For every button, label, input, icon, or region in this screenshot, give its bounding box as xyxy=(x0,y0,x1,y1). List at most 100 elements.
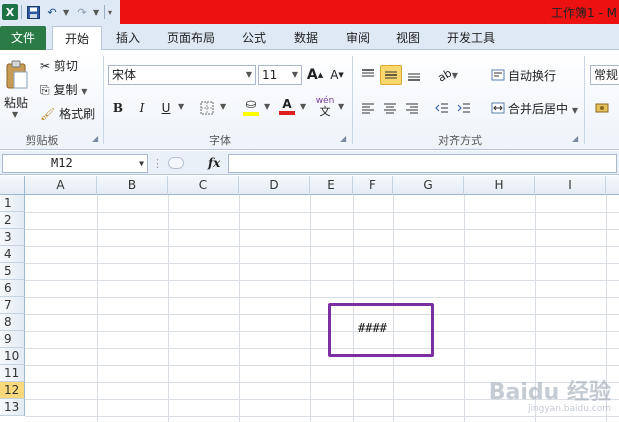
undo-dropdown-icon[interactable]: ▼ xyxy=(63,8,71,17)
copy-button[interactable]: ⎘ 复制 ▼ xyxy=(40,81,87,98)
tab-file[interactable]: 文件 xyxy=(0,26,46,50)
shrink-font-button[interactable]: A ▼ xyxy=(328,65,346,85)
column-header[interactable]: E xyxy=(310,176,353,195)
row-header[interactable]: 13 xyxy=(0,399,25,416)
column-header[interactable]: A xyxy=(25,176,97,195)
tab-insert[interactable]: 插入 xyxy=(108,26,148,50)
align-top-icon[interactable] xyxy=(358,65,378,85)
font-launcher-icon[interactable]: ◢ xyxy=(340,134,346,143)
grow-font-button[interactable]: A ▲ xyxy=(306,65,324,85)
bold-button[interactable]: B xyxy=(108,98,128,118)
currency-format-icon[interactable] xyxy=(592,98,614,118)
grow-font-label: A xyxy=(306,67,318,83)
chevron-down-icon: ▼ xyxy=(245,70,252,79)
name-box[interactable]: M12 ▼ xyxy=(2,154,148,173)
paste-icon[interactable] xyxy=(2,56,32,94)
number-format-dropdown[interactable]: 常规 xyxy=(590,65,619,85)
wrap-text-icon[interactable] xyxy=(488,65,508,85)
row-header[interactable]: 1 xyxy=(0,195,25,212)
save-icon[interactable] xyxy=(25,4,41,20)
row-header[interactable]: 3 xyxy=(0,229,25,246)
fill-color-dropdown-icon[interactable]: ▼ xyxy=(264,102,270,111)
resize-handle-icon[interactable]: ⋮ xyxy=(152,154,163,173)
phonetic-dropdown-icon[interactable]: ▼ xyxy=(338,102,344,111)
clipboard-launcher-icon[interactable]: ◢ xyxy=(92,134,98,143)
insert-function-button[interactable]: fx xyxy=(208,154,220,173)
decrease-indent-icon[interactable] xyxy=(432,98,452,118)
row-header[interactable]: 5 xyxy=(0,263,25,280)
redo-dropdown-icon[interactable]: ▼ xyxy=(93,8,101,17)
tab-page-layout[interactable]: 页面布局 xyxy=(160,26,222,50)
tab-review[interactable]: 审阅 xyxy=(338,26,378,50)
align-bottom-icon[interactable] xyxy=(404,65,424,85)
tab-developer[interactable]: 开发工具 xyxy=(440,26,502,50)
align-center-icon[interactable] xyxy=(380,98,400,118)
font-color-dropdown-icon[interactable]: ▼ xyxy=(300,102,306,111)
row-header[interactable]: 4 xyxy=(0,246,25,263)
borders-icon[interactable] xyxy=(196,98,218,118)
format-painter-button[interactable]: 🖌 格式刷 xyxy=(40,105,95,122)
row-header[interactable]: 10 xyxy=(0,348,25,365)
orientation-icon[interactable]: ab ▼ xyxy=(436,65,460,85)
underline-button[interactable]: U xyxy=(156,98,176,118)
paste-button[interactable]: 粘贴 xyxy=(4,94,28,111)
font-size-dropdown[interactable]: 11 ▼ xyxy=(258,65,302,85)
cut-button[interactable]: ✂ 剪切 xyxy=(40,57,78,74)
quick-access-toolbar: X ↶ ▼ ↷ ▼ ▾ xyxy=(2,3,116,21)
row-header[interactable]: 9 xyxy=(0,331,25,348)
fill-color-icon[interactable]: ⛀ xyxy=(240,96,262,116)
paste-dropdown-icon[interactable]: ▼ xyxy=(12,110,18,119)
row-header[interactable]: 2 xyxy=(0,212,25,229)
row-header[interactable]: 8 xyxy=(0,314,25,331)
gridline xyxy=(25,314,619,315)
chevron-down-icon: ▼ xyxy=(291,70,298,79)
redo-icon[interactable]: ↷ xyxy=(74,4,90,20)
merge-dropdown-icon[interactable]: ▼ xyxy=(572,106,578,115)
underline-dropdown-icon[interactable]: ▼ xyxy=(178,102,184,111)
column-header[interactable]: C xyxy=(168,176,239,195)
row-header[interactable]: 7 xyxy=(0,297,25,314)
expand-toggle-icon[interactable] xyxy=(168,157,184,169)
row-header-active[interactable]: 12 xyxy=(0,382,25,399)
column-header[interactable]: H xyxy=(464,176,535,195)
column-header[interactable]: B xyxy=(97,176,168,195)
merge-center-icon[interactable] xyxy=(488,98,508,118)
excel-logo-icon[interactable]: X xyxy=(2,4,18,20)
wrap-text-button[interactable]: 自动换行 xyxy=(508,67,556,84)
alignment-launcher-icon[interactable]: ◢ xyxy=(572,134,578,143)
row-header[interactable]: 6 xyxy=(0,280,25,297)
phonetic-button[interactable]: wén 文 xyxy=(314,96,336,117)
align-right-icon[interactable] xyxy=(402,98,422,118)
borders-dropdown-icon[interactable]: ▼ xyxy=(220,102,226,111)
gridline xyxy=(25,348,619,349)
title-bar: X ↶ ▼ ↷ ▼ ▾ 工作簿1 - M xyxy=(0,0,619,24)
font-name-dropdown[interactable]: 宋体 ▼ xyxy=(108,65,256,85)
undo-icon[interactable]: ↶ xyxy=(44,4,60,20)
customize-qat-icon[interactable]: ▾ xyxy=(108,8,116,17)
column-header[interactable]: G xyxy=(393,176,464,195)
font-color-button[interactable]: A xyxy=(276,96,298,116)
font-group-label: 字体 xyxy=(209,134,231,147)
formula-input[interactable] xyxy=(228,154,617,173)
merge-center-button[interactable]: 合并后居中 ▼ xyxy=(508,100,578,117)
column-header[interactable]: F xyxy=(353,176,393,195)
align-middle-icon[interactable] xyxy=(380,65,402,85)
copy-dropdown-icon[interactable]: ▼ xyxy=(81,87,87,96)
group-divider xyxy=(103,56,104,144)
increase-indent-icon[interactable] xyxy=(454,98,474,118)
window-title: 工作簿1 - M xyxy=(551,6,617,20)
tab-view[interactable]: 视图 xyxy=(388,26,428,50)
tab-data[interactable]: 数据 xyxy=(286,26,326,50)
qat-separator xyxy=(104,5,105,19)
tab-formulas[interactable]: 公式 xyxy=(234,26,274,50)
cut-label: 剪切 xyxy=(53,59,78,73)
align-left-icon[interactable] xyxy=(358,98,378,118)
column-headers: A B C D E F G H I xyxy=(0,176,619,195)
column-header[interactable] xyxy=(606,176,619,195)
select-all-corner[interactable] xyxy=(0,176,25,195)
column-header[interactable]: I xyxy=(535,176,606,195)
row-header[interactable]: 11 xyxy=(0,365,25,382)
tab-home[interactable]: 开始 xyxy=(52,26,102,51)
italic-button[interactable]: I xyxy=(132,98,152,118)
column-header[interactable]: D xyxy=(239,176,310,195)
